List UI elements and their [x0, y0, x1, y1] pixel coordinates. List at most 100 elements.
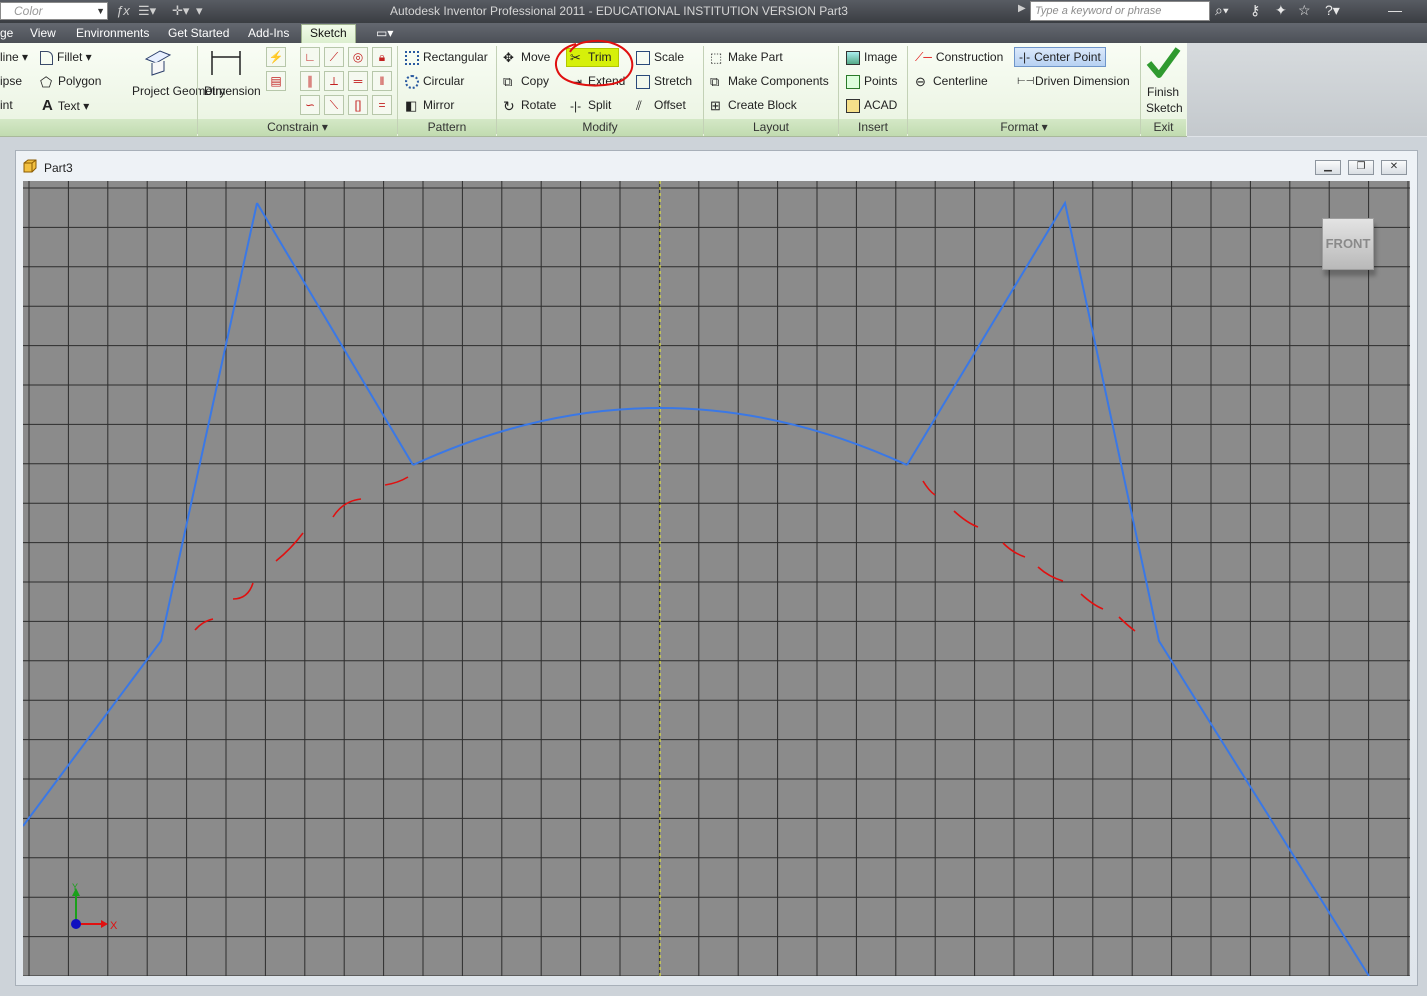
collinear-constraint-icon[interactable]: ⟍: [324, 95, 344, 115]
text-label: Text: [57, 99, 80, 113]
subscription-icon[interactable]: ⚷: [1250, 2, 1260, 19]
vertical-constraint-icon[interactable]: ‖: [372, 71, 392, 91]
driven-dimension-button[interactable]: ⊢⊣Driven Dimension: [1017, 74, 1130, 89]
parallel-constraint-icon[interactable]: ∥: [300, 71, 320, 91]
split-button[interactable]: -|- Split: [570, 98, 611, 113]
color-dropdown[interactable]: Color ▼: [0, 2, 108, 20]
make-part-button[interactable]: ⬚ Make Part: [710, 50, 783, 65]
quick-access-dropdown-icon[interactable]: ▾: [196, 3, 203, 19]
insert-image-button[interactable]: Image: [846, 50, 897, 65]
tab-manage[interactable]: ge: [0, 26, 13, 40]
point-button[interactable]: int: [0, 98, 13, 112]
constrain-label: Constrain: [267, 120, 319, 134]
create-block-button[interactable]: ⊞ Create Block: [710, 98, 797, 113]
driven-dimension-label: Driven Dimension: [1035, 74, 1130, 88]
dimension-label: Dimension: [204, 84, 261, 98]
polygon-label: Polygon: [58, 74, 102, 88]
rotate-button[interactable]: ↻ Rotate: [503, 98, 556, 113]
function-icon[interactable]: ƒx: [116, 3, 130, 18]
title-bar: Color ▼ ƒx ☰▾ ✛▾ ▾ Autodesk Inventor Pro…: [0, 0, 1427, 23]
perpendicular-constraint-icon[interactable]: ⟂: [324, 71, 344, 91]
scale-button[interactable]: Scale: [636, 50, 684, 65]
acad-label: ACAD: [864, 98, 898, 112]
circular-pattern-icon: [405, 74, 419, 89]
offset-button[interactable]: ⫽ Offset: [636, 98, 686, 113]
mirror-label: Mirror: [423, 98, 455, 112]
construction-button[interactable]: ⟋─ Construction: [915, 50, 1003, 65]
centerline-icon: ⊖: [915, 73, 926, 89]
make-components-icon: ⧉: [710, 73, 720, 89]
mirror-icon: ◧: [405, 97, 418, 113]
tab-sketch[interactable]: Sketch: [301, 24, 356, 43]
stretch-button[interactable]: Stretch: [636, 74, 692, 89]
equal-constraint-icon[interactable]: =: [372, 95, 392, 115]
red-annotation-circle: [555, 40, 634, 87]
show-constraints-icon[interactable]: ▤: [266, 71, 286, 91]
create-block-icon: ⊞: [710, 97, 721, 113]
help-icon[interactable]: ?▾: [1325, 2, 1340, 19]
crosshair-icon[interactable]: ✛▾: [172, 3, 189, 19]
line-weight-icon[interactable]: ☰▾: [138, 3, 156, 19]
fix-constraint-icon[interactable]: 🔒︎: [372, 47, 392, 67]
coincident-constraint-icon[interactable]: ∟: [300, 47, 320, 67]
auto-dimension-icon[interactable]: ⚡: [266, 47, 286, 67]
polygon-button[interactable]: ⬠ Polygon: [40, 74, 101, 89]
ribbon-display-options-icon[interactable]: ▭▾: [376, 26, 393, 40]
exit-panel-label: Exit: [1141, 119, 1186, 136]
offset-icon: ⫽: [636, 97, 642, 113]
ellipse-label: ipse: [0, 74, 23, 88]
communication-icon[interactable]: ✦: [1275, 2, 1287, 19]
circular-label: Circular: [423, 74, 465, 88]
doc-close-button[interactable]: ✕: [1381, 160, 1407, 175]
mirror-button[interactable]: ◧ Mirror: [405, 98, 454, 113]
centerline-button[interactable]: ⊖ Centerline: [915, 74, 988, 89]
tab-view[interactable]: View: [30, 26, 56, 40]
expand-arrow-icon[interactable]: ▶: [1018, 3, 1026, 14]
constrain-panel-label[interactable]: Constrain ▾: [198, 119, 397, 136]
concentric-constraint-icon[interactable]: ◎: [348, 47, 368, 67]
minimize-app-icon[interactable]: —: [1388, 2, 1402, 18]
checkmark-icon: [1146, 47, 1181, 78]
smooth-constraint-icon[interactable]: ∽: [300, 95, 320, 115]
fillet-button[interactable]: Fillet ▾: [40, 50, 92, 65]
format-panel-label[interactable]: Format ▾: [908, 119, 1140, 136]
move-icon: ✥: [503, 49, 514, 65]
tab-get-started[interactable]: Get Started: [168, 26, 229, 40]
symmetric-constraint-icon[interactable]: []: [348, 95, 368, 115]
center-point-label: Center Point: [1034, 50, 1101, 64]
rectangular-pattern-button[interactable]: Rectangular: [405, 50, 488, 65]
ellipse-button[interactable]: ipse: [0, 74, 22, 88]
finish-sketch-label-line2: Sketch: [1146, 101, 1183, 115]
make-components-button[interactable]: ⧉ Make Components: [710, 74, 829, 89]
favorites-star-icon[interactable]: ☆: [1298, 2, 1311, 19]
construction-icon: ⟋─: [915, 50, 932, 64]
make-components-label: Make Components: [728, 74, 829, 88]
line-button[interactable]: line ▾: [0, 50, 28, 64]
fillet-icon: [40, 50, 53, 65]
circular-pattern-button[interactable]: Circular: [405, 74, 464, 89]
finish-sketch-label: Finish Sketch: [1146, 84, 1183, 116]
doc-restore-button[interactable]: ❐: [1348, 160, 1374, 175]
insert-points-button[interactable]: Points: [846, 74, 897, 89]
horizontal-constraint-icon[interactable]: ═: [348, 71, 368, 91]
binoculars-icon[interactable]: ⌕▾: [1215, 2, 1229, 19]
project-geometry-button[interactable]: [130, 47, 186, 82]
dimension-button[interactable]: [206, 47, 246, 82]
move-button[interactable]: ✥ Move: [503, 50, 550, 65]
document-title: Part3: [44, 161, 73, 175]
viewcube-front[interactable]: FRONT: [1322, 218, 1374, 270]
construction-label: Construction: [935, 50, 1004, 64]
insert-acad-button[interactable]: ACAD: [846, 98, 897, 113]
text-button[interactable]: A Text ▾: [42, 97, 89, 114]
dimension-icon: [211, 51, 241, 75]
doc-minimize-button[interactable]: ▁: [1315, 160, 1341, 175]
copy-button[interactable]: ⧉ Copy: [503, 74, 549, 89]
center-point-button[interactable]: -|- Center Point: [1014, 47, 1106, 67]
tab-add-ins[interactable]: Add-Ins: [248, 26, 289, 40]
modify-panel-label: Modify: [497, 119, 703, 136]
tangent-constraint-icon[interactable]: ⟋: [324, 47, 344, 67]
finish-sketch-button[interactable]: [1144, 45, 1182, 84]
sketch-canvas[interactable]: X Y: [23, 181, 1410, 976]
help-search-input[interactable]: Type a keyword or phrase: [1030, 1, 1210, 21]
tab-environments[interactable]: Environments: [76, 26, 149, 40]
